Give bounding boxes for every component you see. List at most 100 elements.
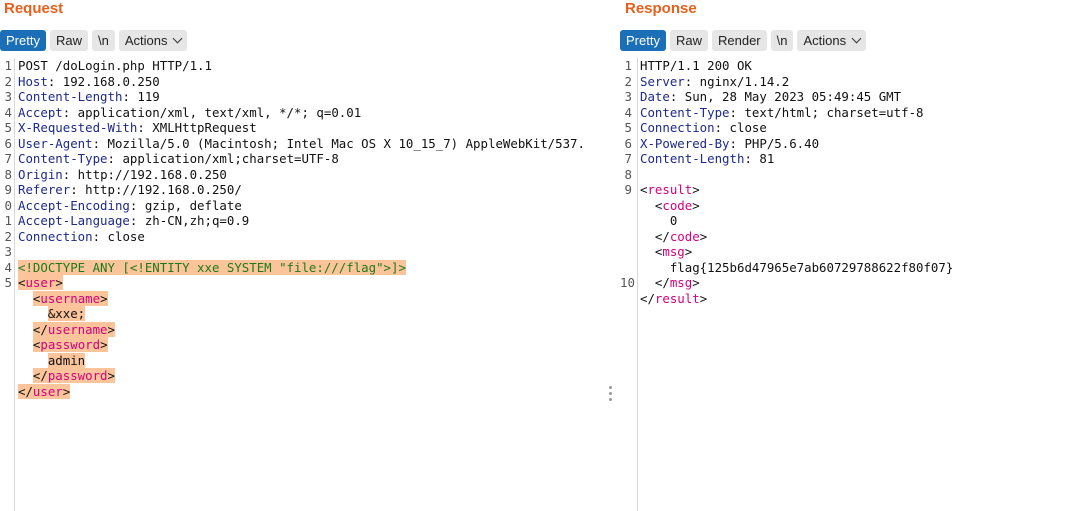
xml-tag-user: user — [25, 275, 56, 290]
header-value: : 119 — [122, 89, 160, 104]
line-number: 2 — [4, 228, 12, 244]
code-value: 0 — [669, 213, 678, 228]
request-tab-newline[interactable]: \n — [91, 30, 115, 51]
line-number: 5 — [624, 120, 632, 135]
header-value: : close — [92, 228, 145, 244]
response-tab-raw[interactable]: Raw — [669, 30, 708, 51]
request-tab-raw[interactable]: Raw — [49, 30, 88, 51]
line-number: 4 — [624, 104, 632, 120]
response-tab-newline[interactable]: \n — [770, 30, 794, 51]
line-number: 0 — [4, 197, 12, 213]
xml-tag-password: password — [40, 337, 101, 352]
header-value: : application/xml, text/xml, */*; q=0.01 — [62, 104, 362, 120]
request-toolbar: Pretty Raw \n Actions — [0, 30, 188, 51]
header-value: : 192.168.0.250 — [47, 73, 160, 89]
response-line: 9 <result> — [620, 182, 1080, 198]
header-value: : 81 — [744, 151, 775, 166]
header-value: : http://192.168.0.250/ — [70, 182, 242, 197]
response-line: </code> — [640, 228, 708, 244]
request-line: 5 X-Requested-With: XMLHttpRequest — [0, 120, 606, 136]
request-line: admin — [0, 352, 606, 369]
header-key: Referer — [18, 182, 71, 197]
header-value: : text/html; charset=utf-8 — [729, 104, 924, 120]
line-number: 4 — [4, 104, 12, 120]
request-line-text: POST /doLogin.php HTTP/1.1 — [18, 58, 212, 73]
header-key: Content-Length — [18, 89, 123, 104]
response-line: </result> — [640, 290, 708, 306]
header-key: Content-Length — [640, 151, 745, 166]
header-key: X-Requested-With — [18, 120, 138, 135]
line-number: 3 — [4, 89, 12, 104]
request-line: </user> — [18, 383, 71, 399]
header-key: Accept — [18, 104, 63, 120]
response-line: 8 — [620, 167, 1080, 183]
request-line: 1 POST /doLogin.php HTTP/1.1 — [0, 58, 606, 74]
response-actions-label: Actions — [803, 33, 847, 48]
xml-tag-msg: msg — [662, 244, 685, 259]
line-number: 6 — [624, 135, 632, 151]
header-key: Content-Type — [18, 151, 108, 166]
chevron-down-icon — [173, 33, 183, 44]
response-line: 10 </msg> — [620, 275, 700, 290]
request-line: 8 Origin: http://192.168.0.250 — [0, 167, 606, 183]
header-value: : zh-CN,zh;q=0.9 — [129, 213, 250, 228]
request-actions-label: Actions — [124, 33, 168, 48]
header-key: X-Powered-By — [640, 135, 730, 151]
header-key: Origin — [18, 166, 63, 182]
response-actions-button[interactable]: Actions — [797, 30, 867, 51]
response-line: 6 X-Powered-By: PHP/5.6.40 — [620, 136, 1080, 152]
flag-value: flag{125b6d47965e7ab60729788622f80f07} — [669, 259, 954, 275]
request-actions-button[interactable]: Actions — [118, 30, 188, 51]
header-value: : Sun, 28 May 2023 05:49:45 GMT — [669, 89, 902, 104]
line-number: 9 — [624, 182, 632, 197]
response-line: <msg> — [640, 244, 693, 259]
response-line: 5 Connection: close — [620, 120, 1080, 136]
line-number: 1 — [624, 58, 632, 73]
header-value: : application/xml;charset=UTF-8 — [107, 151, 339, 166]
line-number: 9 — [4, 182, 12, 197]
xml-tag-result-close: result — [654, 290, 700, 306]
response-line: 7 Content-Length: 81 — [620, 151, 1080, 167]
xml-tag-username-close: username — [47, 321, 108, 337]
request-line: 0 Accept-Encoding: gzip, deflate — [0, 198, 606, 214]
response-toolbar: Pretty Raw Render \n Actions — [620, 30, 867, 51]
line-number: 2 — [624, 73, 632, 89]
header-key: Host — [18, 73, 48, 89]
request-line: 3 Content-Length: 119 — [0, 89, 606, 105]
xml-tag-user-close: user — [32, 383, 63, 399]
request-editor[interactable]: 1 POST /doLogin.php HTTP/1.1 2 Host: 192.1… — [0, 58, 606, 511]
line-number: 1 — [4, 213, 12, 228]
response-line: 3 Date: Sun, 28 May 2023 05:49:45 GMT — [620, 89, 1080, 105]
request-line: 5 <user> — [0, 275, 606, 291]
xml-tag-msg-close: msg — [669, 275, 693, 290]
response-tab-pretty[interactable]: Pretty — [620, 30, 666, 51]
header-value: : nginx/1.14.2 — [684, 73, 790, 89]
response-line: 4 Content-Type: text/html; charset=utf-8 — [620, 105, 1080, 121]
xml-tag-result: result — [647, 182, 693, 197]
request-line: <password> — [32, 337, 108, 352]
xml-tag-code: code — [662, 197, 693, 213]
response-tab-render[interactable]: Render — [711, 30, 767, 51]
line-number: 10 — [620, 275, 635, 290]
response-editor[interactable]: 1 HTTP/1.1 200 OK 2 Server: nginx/1.14.2 3… — [620, 58, 1080, 511]
line-number: 8 — [624, 166, 632, 182]
request-line: 6 User-Agent: Mozilla/5.0 (Macintosh; Int… — [0, 136, 606, 152]
request-title: Request — [4, 0, 64, 17]
chevron-down-icon — [851, 33, 862, 44]
xml-tag-code-close: code — [669, 228, 700, 244]
header-value: : PHP/5.6.40 — [729, 135, 820, 151]
request-line: 4 Accept: application/xml, text/xml, */*;… — [0, 105, 606, 121]
request-line: 2 Host: 192.168.0.250 — [0, 74, 606, 90]
line-number: 7 — [624, 151, 632, 166]
response-line: flag{125b6d47965e7ab60729788622f80f07} — [620, 260, 1080, 276]
header-key: Content-Type — [640, 104, 730, 120]
request-tab-pretty[interactable]: Pretty — [0, 30, 46, 51]
header-key: Server — [640, 73, 685, 89]
username-value: &xxe; — [47, 306, 86, 321]
request-line: 3 — [0, 244, 606, 260]
header-key: Accept-Language — [18, 213, 130, 228]
pane-resize-handle[interactable] — [609, 386, 613, 401]
xml-tag-username: username — [40, 290, 101, 306]
header-value: : gzip, deflate — [129, 197, 242, 213]
header-key: Connection — [640, 120, 715, 135]
